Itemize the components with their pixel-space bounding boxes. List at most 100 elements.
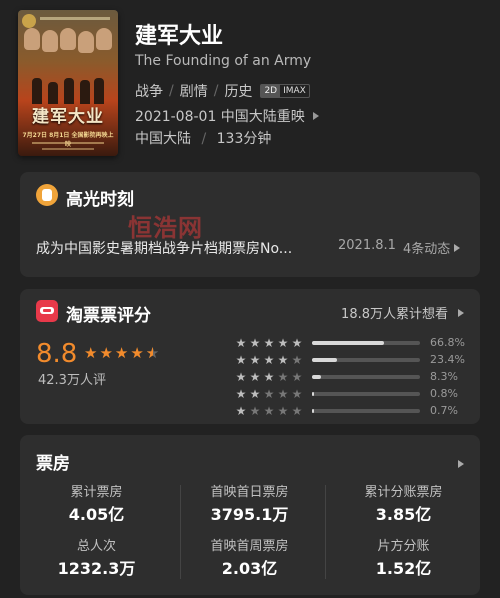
distribution-percent: 0.7% xyxy=(430,404,458,417)
distribution-percent: 8.3% xyxy=(430,370,458,383)
star-icon: ★ xyxy=(263,369,275,384)
stat-label: 累计分账票房 xyxy=(364,485,443,500)
chevron-right-icon xyxy=(312,112,319,120)
star-icon: ★ xyxy=(249,403,261,418)
movie-poster[interactable]: 建军大业 7月27日 8月1日 全国影院再映上映 xyxy=(18,10,118,156)
wish-count: 18.8万人累计想看 xyxy=(341,307,448,322)
distribution-stars: ★ ★ ★ ★ ★ xyxy=(230,387,304,401)
poster-date: 7月27日 8月1日 全国影院再映上映 xyxy=(22,132,114,148)
distribution-bar-fill xyxy=(312,408,315,413)
movie-title: 建军大业 xyxy=(135,24,224,49)
stat-label: 首映首周票房 xyxy=(210,539,289,554)
poster-soldier-silhouettes xyxy=(28,74,108,104)
highlight-card[interactable]: 高光时刻 恒浩网 成为中国影史暑期档战争片档期票房No... 2021.8.1 … xyxy=(20,172,480,277)
star-icon: ★ xyxy=(249,369,261,384)
star-icon: ★ xyxy=(235,369,247,384)
box-office-stats: 累计票房 4.05亿 总人次 1232.3万 首映首日票房 3795.1万 首映… xyxy=(20,479,480,589)
star-icon: ★ xyxy=(277,335,289,350)
rating-title: 淘票票评分 xyxy=(66,306,151,326)
separator: / xyxy=(169,83,174,99)
region-duration: 中国大陆 / 133分钟 xyxy=(135,128,271,148)
separator: / xyxy=(201,131,207,147)
highlight-text[interactable]: 成为中国影史暑期档战争片档期票房No... xyxy=(36,238,336,258)
poster-text-line xyxy=(32,142,104,144)
genre-tag: 剧情 xyxy=(179,84,208,100)
divider xyxy=(325,485,326,579)
star-icon: ★ xyxy=(235,386,247,401)
star-icon: ★ xyxy=(235,403,247,418)
rater-count: 42.3万人评 xyxy=(38,373,106,388)
movie-header: 建军大业 7月27日 8月1日 全国影院再映上映 建军大业 The Foundi… xyxy=(0,0,500,165)
stat-label: 首映首日票房 xyxy=(210,485,289,500)
distribution-bar-track xyxy=(312,374,420,379)
stat-value: 3.85亿 xyxy=(375,505,432,524)
poster-header-line xyxy=(40,17,110,20)
release-date: 2021-08-01 中国大陆重映 xyxy=(135,109,305,125)
star-icon: ★ xyxy=(291,403,303,418)
star-icon: ★ xyxy=(291,335,303,350)
stat-value: 4.05亿 xyxy=(68,505,125,524)
star-icon: ★ xyxy=(263,403,275,418)
taopiaopiao-logo-icon xyxy=(36,300,58,322)
genre-tag: 战争 xyxy=(135,84,163,100)
box-office-card[interactable]: 票房 累计票房 4.05亿 总人次 1232.3万 首映首日票房 3795.1万… xyxy=(20,435,480,595)
stat-value: 2.03亿 xyxy=(221,559,278,578)
distribution-stars: ★ ★ ★ ★ ★ xyxy=(230,336,304,350)
wish-count-link[interactable]: 18.8万人累计想看 xyxy=(341,303,464,322)
star-icon: ★ xyxy=(277,369,289,384)
highlight-count-link[interactable]: 4条动态 xyxy=(403,238,461,257)
rating-distribution: ★ ★ ★ ★ ★ 66.8% ★ ★ ★ ★ ★ 23.4% ★ ★ ★ ★ ★ 8.3% ★ ★ ★ ★ ★ 0.8% ★ ★… xyxy=(230,334,470,419)
release-info[interactable]: 2021-08-01 中国大陆重映 xyxy=(135,106,319,126)
stat-value: 1232.3万 xyxy=(57,559,136,578)
distribution-row: ★ ★ ★ ★ ★ 0.7% xyxy=(230,402,470,419)
half-star-icon: ★ ★ xyxy=(145,344,160,362)
stat-value: 3795.1万 xyxy=(210,505,289,524)
star-icon: ★ xyxy=(249,386,261,401)
distribution-bar-track xyxy=(312,340,420,345)
movie-genres: 战争 / 剧情 / 历史 2D IMAX xyxy=(135,81,310,101)
star-icon: ★ xyxy=(249,335,261,350)
stat-label: 总人次 xyxy=(76,539,116,554)
highlight-title: 高光时刻 xyxy=(66,190,134,210)
distribution-bar-track xyxy=(312,391,420,396)
distribution-row: ★ ★ ★ ★ ★ 23.4% xyxy=(230,351,470,368)
distribution-bar-track xyxy=(312,408,420,413)
star-icon: ★ xyxy=(291,369,303,384)
rating-card: 淘票票评分 18.8万人累计想看 8.8 ★ ★ ★ ★ ★ ★ 42.3万人评 … xyxy=(20,289,480,424)
distribution-percent: 0.8% xyxy=(430,387,458,400)
format-imax: IMAX xyxy=(283,86,306,96)
chevron-right-icon xyxy=(458,460,464,468)
distribution-bar-fill xyxy=(312,374,321,379)
stat-value: 1.52亿 xyxy=(375,559,432,578)
chevron-right-icon xyxy=(454,243,461,252)
distribution-stars: ★ ★ ★ ★ ★ xyxy=(230,353,304,367)
stat-label: 片方分账 xyxy=(377,539,430,554)
star-icon: ★ xyxy=(277,352,289,367)
distribution-percent: 66.8% xyxy=(430,336,465,349)
box-office-more[interactable] xyxy=(458,453,464,472)
distribution-bar-track xyxy=(312,357,420,362)
distribution-bar-fill xyxy=(312,340,385,345)
distribution-percent: 23.4% xyxy=(430,353,465,366)
star-icon: ★ xyxy=(235,335,247,350)
distribution-bar-fill xyxy=(312,391,315,396)
star-icon: ★ xyxy=(291,352,303,367)
movie-english-title: The Founding of an Army xyxy=(135,53,312,69)
distribution-row: ★ ★ ★ ★ ★ 0.8% xyxy=(230,385,470,402)
star-icon: ★ xyxy=(263,335,275,350)
highlight-date: 2021.8.1 xyxy=(338,238,396,253)
star-icon: ★ xyxy=(84,344,98,362)
star-icon: ★ xyxy=(277,386,289,401)
region: 中国大陆 xyxy=(135,131,191,147)
box-office-title: 票房 xyxy=(36,454,70,474)
distribution-row: ★ ★ ★ ★ ★ 8.3% xyxy=(230,368,470,385)
highlight-icon xyxy=(36,184,58,206)
box-office-column: 累计票房 4.05亿 总人次 1232.3万 xyxy=(20,479,173,589)
star-icon: ★ xyxy=(249,352,261,367)
poster-title: 建军大业 xyxy=(32,107,104,127)
distribution-stars: ★ ★ ★ ★ ★ xyxy=(230,404,304,418)
genre-tag: 历史 xyxy=(224,84,253,100)
duration: 133分钟 xyxy=(216,131,272,147)
poster-text-line xyxy=(42,148,94,150)
stat-label: 累计票房 xyxy=(70,485,123,500)
